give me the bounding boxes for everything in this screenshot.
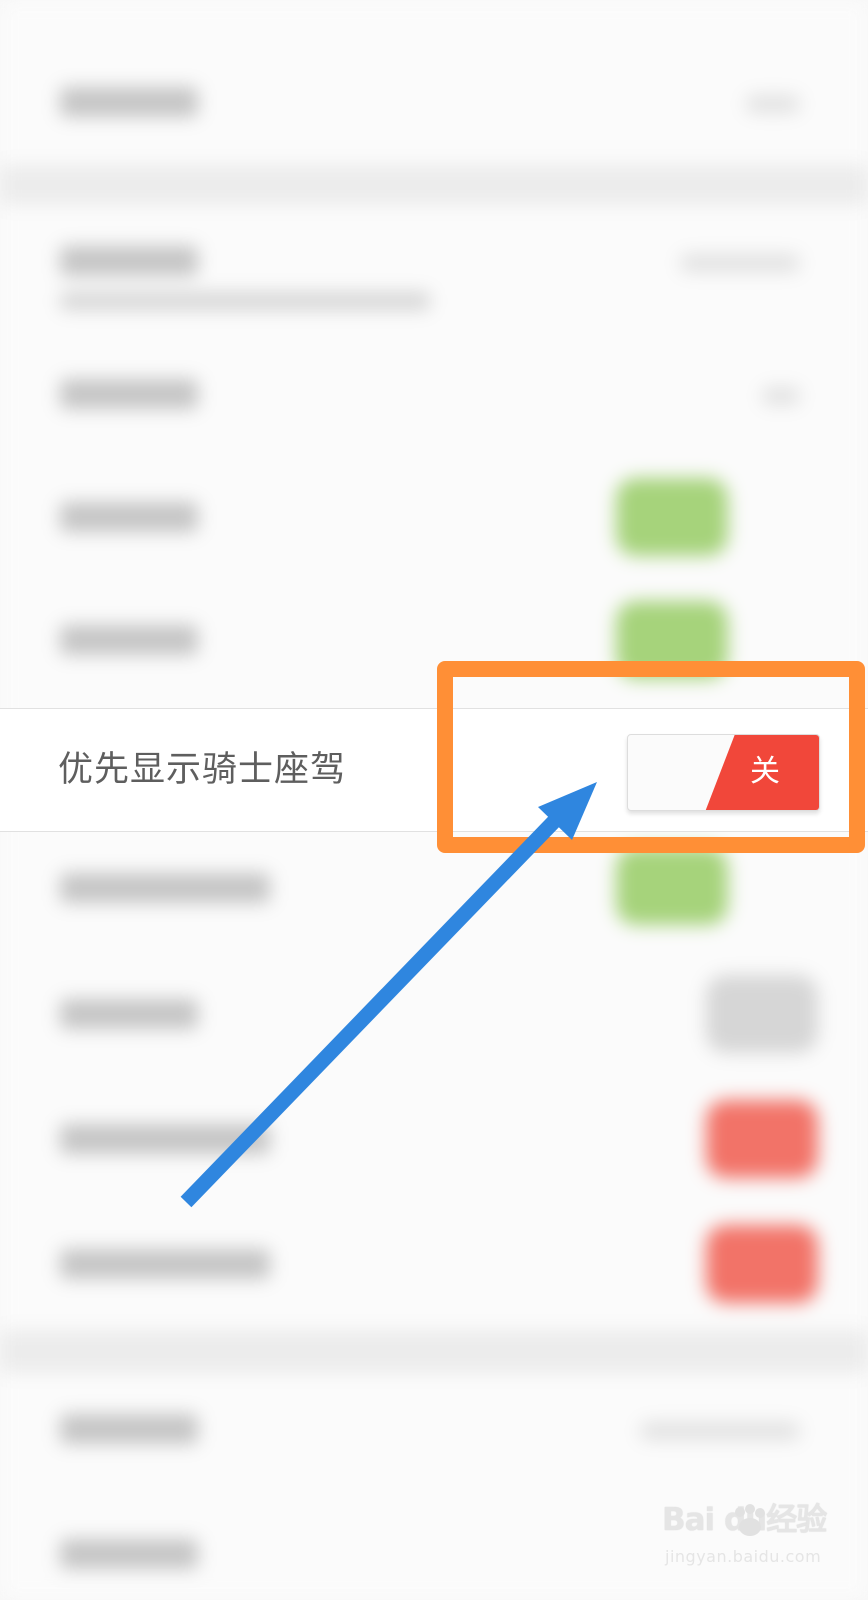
settings-screen: 优先显示骑士座驾 关 Bai du经验 jingyan.baidu.com [0,0,868,1600]
arrow-icon [180,782,597,1208]
